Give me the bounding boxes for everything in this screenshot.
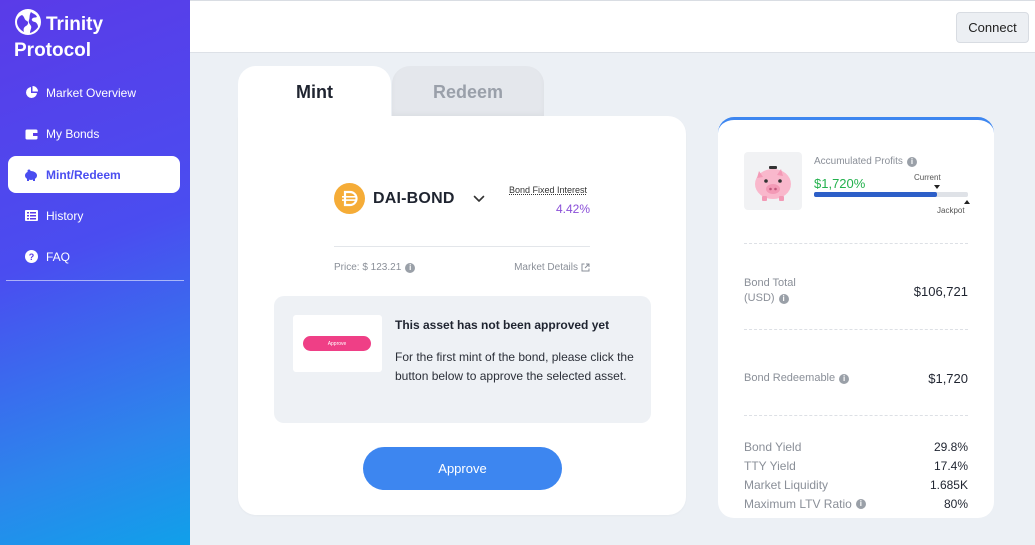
- current-marker-icon: [934, 185, 940, 189]
- tab-redeem[interactable]: Redeem: [392, 66, 544, 118]
- bond-total-label: Bond Total (USD) i: [744, 276, 796, 306]
- divider: [744, 243, 968, 244]
- jackpot-marker-label: Jackpot: [937, 206, 965, 215]
- metric-row: Bond Yield 29.8%: [744, 440, 968, 454]
- fixed-interest-value: 4.42%: [555, 202, 590, 216]
- metric-label: Market Liquidity: [744, 478, 829, 492]
- bond-redeemable-text: Bond Redeemable: [744, 372, 836, 384]
- accumulated-profits-text: Accumulated Profits: [814, 156, 903, 167]
- sidebar-item-mint-redeem[interactable]: Mint/Redeem: [8, 156, 180, 193]
- tab-mint[interactable]: Mint: [238, 66, 391, 121]
- metric-label: Maximum LTV Ratio: [744, 497, 852, 511]
- metric-label-wrap: Maximum LTV Ratio i: [744, 497, 866, 511]
- jackpot-marker-icon: [964, 200, 970, 204]
- metric-value: 1.685K: [929, 478, 968, 492]
- divider: [334, 246, 590, 247]
- token-name: DAI-BOND: [373, 189, 455, 207]
- sidebar-item-label: FAQ: [46, 249, 71, 264]
- question-icon: ?: [24, 250, 38, 264]
- sidebar-divider: [6, 280, 184, 281]
- mint-card: DAI-BOND Bond Fixed Interest 4.42% Price…: [238, 116, 686, 515]
- history-icon: [24, 209, 38, 223]
- bond-redeemable-label: Bond Redeemable i: [744, 371, 850, 386]
- bond-total-label-line1: Bond Total: [744, 277, 796, 289]
- info-icon[interactable]: i: [906, 156, 917, 167]
- illustration-approve-pill: Approve: [303, 336, 371, 351]
- notice-body: For the first mint of the bond, please c…: [395, 350, 634, 383]
- piggy-bank-illustration: [744, 152, 802, 210]
- sidebar-item-faq[interactable]: ? FAQ: [8, 238, 180, 275]
- metric-label: Bond Yield: [744, 440, 802, 454]
- metric-row: Market Liquidity 1.685K: [744, 478, 968, 492]
- info-icon[interactable]: i: [778, 293, 789, 304]
- divider: [744, 415, 968, 416]
- token-selector[interactable]: DAI-BOND: [334, 183, 487, 214]
- metric-row: TTY Yield 17.4%: [744, 459, 968, 473]
- price: Price: $ 123.21 i: [334, 262, 416, 273]
- sidebar-item-label: History: [46, 208, 84, 223]
- metric-row: Maximum LTV Ratio i 80%: [744, 497, 968, 511]
- dai-token-icon: [334, 183, 365, 214]
- wallet-icon: [24, 127, 38, 141]
- top-bar: Connect: [190, 0, 1035, 53]
- info-icon[interactable]: i: [855, 499, 866, 509]
- metric-value: 29.8%: [933, 440, 968, 454]
- globe-icon: [15, 9, 41, 35]
- stats-card: Accumulated Profits i $1,720% Current Ja…: [718, 117, 994, 518]
- bond-redeemable-value: $1,720: [928, 371, 968, 386]
- sidebar-item-label: My Bonds: [46, 126, 100, 141]
- external-link-icon: [581, 263, 590, 272]
- market-details-link[interactable]: Market Details: [514, 262, 590, 273]
- approve-button[interactable]: Approve: [363, 447, 562, 490]
- chevron-down-icon[interactable]: [473, 192, 487, 206]
- metric-value: 80%: [943, 497, 968, 511]
- bond-total-label-line2: (USD): [744, 292, 775, 304]
- sidebar: Trinity Protocol Market Overview My Bond…: [0, 0, 190, 545]
- approve-illustration: Approve: [293, 315, 382, 372]
- price-text: Price: $ 123.21: [334, 262, 402, 273]
- profit-progress-bar: [814, 192, 968, 197]
- fixed-interest-label: Bond Fixed Interest: [509, 185, 588, 195]
- metric-label: TTY Yield: [744, 459, 796, 473]
- svg-text:?: ?: [28, 252, 34, 262]
- approval-notice: Approve This asset has not been approved…: [274, 296, 651, 423]
- bond-total-value: $106,721: [913, 284, 968, 299]
- sidebar-item-label: Market Overview: [46, 85, 137, 100]
- current-marker-label: Current: [914, 173, 941, 182]
- metric-value: 17.4%: [933, 459, 968, 473]
- piggy-bank-icon: [24, 168, 38, 182]
- info-icon[interactable]: i: [839, 373, 850, 384]
- sidebar-item-history[interactable]: History: [8, 197, 180, 234]
- connect-button[interactable]: Connect: [956, 12, 1029, 43]
- sidebar-item-market-overview[interactable]: Market Overview: [8, 74, 180, 111]
- sidebar-item-my-bonds[interactable]: My Bonds: [8, 115, 180, 152]
- pie-chart-icon: [24, 86, 38, 100]
- piggy-bank-icon: [755, 166, 791, 201]
- accumulated-profits-value: $1,720%: [814, 176, 866, 191]
- accumulated-profits-label: Accumulated Profits i: [814, 156, 917, 167]
- sidebar-item-label: Mint/Redeem: [46, 167, 121, 182]
- notice-title: This asset has not been approved yet: [395, 318, 610, 332]
- market-details-label: Market Details: [514, 262, 578, 273]
- info-icon[interactable]: i: [405, 262, 416, 273]
- profit-progress-fill: [814, 192, 938, 197]
- divider: [744, 329, 968, 330]
